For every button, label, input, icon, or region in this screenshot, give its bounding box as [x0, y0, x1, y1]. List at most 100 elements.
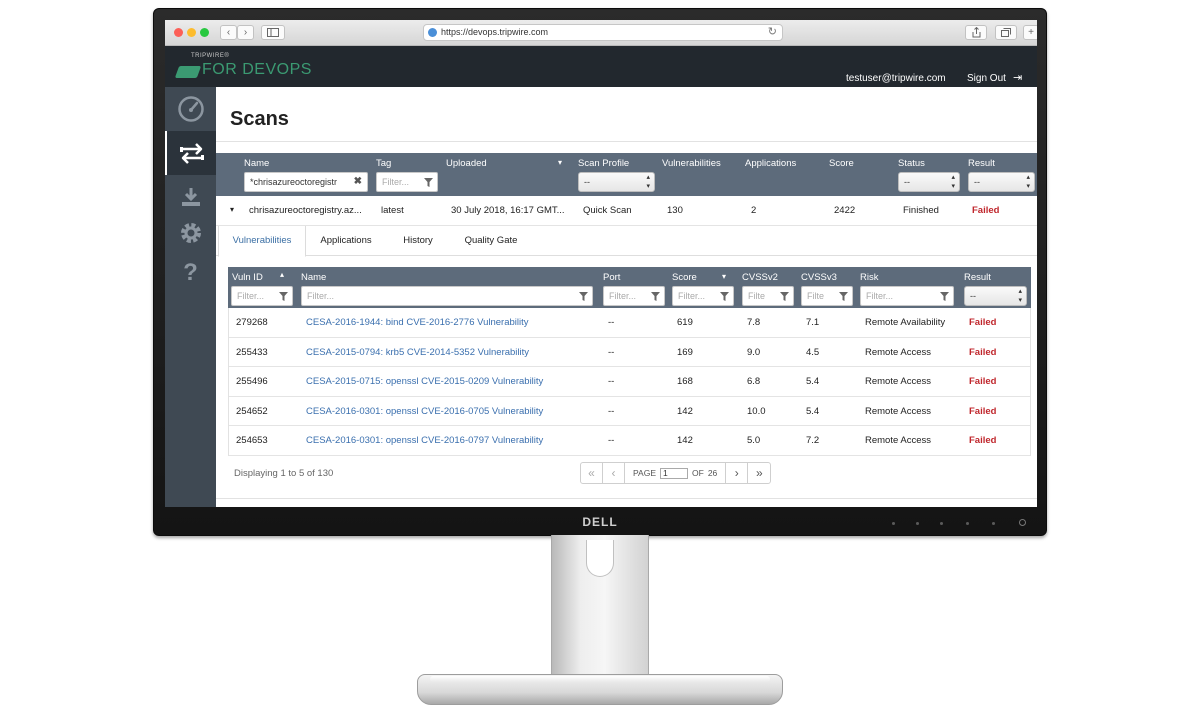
back-button[interactable]: ‹: [220, 25, 237, 40]
clear-filter-icon[interactable]: ✖: [354, 173, 362, 191]
risk-filter-input[interactable]: Filter...: [860, 286, 954, 306]
monitor-stand-cable-slot: [586, 540, 614, 577]
vuln-id-filter-placeholder: Filter...: [237, 291, 265, 301]
bezel-button-icon[interactable]: [992, 522, 995, 525]
col-tag[interactable]: Tag: [376, 158, 391, 169]
cvss3-filter-placeholder: Filte: [807, 291, 825, 301]
col-cvss2[interactable]: CVSSv2: [742, 272, 778, 283]
sidebar-item-settings[interactable]: [165, 211, 216, 255]
vuln-cvss3: 7.2: [806, 435, 820, 447]
vuln-cvss2: 9.0: [747, 346, 761, 358]
new-tab-button[interactable]: +: [1023, 25, 1037, 40]
tabs-overview-button[interactable]: [995, 25, 1017, 40]
vuln-id: 254653: [236, 435, 268, 447]
sign-out-icon[interactable]: ⇥: [1013, 71, 1022, 84]
col-name[interactable]: Name: [244, 158, 269, 169]
table-row[interactable]: 254652 CESA-2016-0301: openssl CVE-2016-…: [229, 397, 1030, 427]
cvss3-filter-input[interactable]: Filte: [801, 286, 853, 306]
sidebar-toggle-button[interactable]: [261, 25, 285, 40]
filter-funnel-icon: [424, 173, 433, 191]
vuln-table-body: 279268 CESA-2016-1944: bind CVE-2016-277…: [228, 308, 1031, 456]
pagination-summary: Displaying 1 to 5 of 130: [234, 468, 334, 479]
status-select[interactable]: -- ▴ ▾: [898, 172, 960, 192]
vuln-name-filter-input[interactable]: Filter...: [301, 286, 593, 306]
expand-chevron-icon[interactable]: ▾: [230, 205, 234, 214]
col-score[interactable]: Score: [829, 158, 854, 169]
col-port[interactable]: Port: [603, 272, 620, 283]
filter-funnel-icon: [839, 287, 848, 305]
sort-asc-icon[interactable]: ▴: [280, 270, 284, 279]
tab-history[interactable]: History: [393, 226, 443, 256]
share-button[interactable]: [965, 25, 987, 40]
scan-row[interactable]: ▾ chrisazureoctoregistry.az... latest 30…: [216, 196, 1037, 226]
sort-desc-icon[interactable]: ▾: [558, 158, 562, 167]
table-row[interactable]: 254653 CESA-2016-0301: openssl CVE-2016-…: [229, 426, 1030, 456]
col-vuln-score[interactable]: Score: [672, 272, 697, 283]
vuln-cvss2: 7.8: [747, 317, 761, 328]
last-page-button[interactable]: »: [748, 463, 770, 483]
vuln-port: --: [608, 405, 615, 417]
col-applications[interactable]: Applications: [745, 158, 796, 169]
vuln-name-link[interactable]: CESA-2015-0715: openssl CVE-2015-0209 Vu…: [306, 376, 543, 387]
col-risk[interactable]: Risk: [860, 272, 878, 283]
col-result[interactable]: Result: [968, 158, 995, 169]
col-vuln-result[interactable]: Result: [964, 272, 991, 283]
monitor-frame: ‹ › https://devops.tripwire.com ↻ + TRIP…: [153, 8, 1047, 536]
col-vuln-id[interactable]: Vuln ID: [232, 272, 263, 283]
app-header: TRIPWIRE® FOR DEVOPS testuser@tripwire.c…: [165, 46, 1037, 87]
bezel-button-icon[interactable]: [916, 522, 919, 525]
vuln-result-select[interactable]: -- ▴ ▾: [964, 286, 1027, 306]
first-page-button[interactable]: «: [581, 463, 603, 483]
vuln-id-filter-input[interactable]: Filter...: [231, 286, 293, 306]
vuln-name-link[interactable]: CESA-2016-0301: openssl CVE-2016-0705 Vu…: [306, 406, 543, 417]
tab-vulnerabilities[interactable]: Vulnerabilities: [218, 226, 306, 257]
col-vulnerabilities[interactable]: Vulnerabilities: [662, 158, 721, 169]
next-page-button[interactable]: ›: [726, 463, 749, 483]
user-email[interactable]: testuser@tripwire.com: [846, 73, 946, 84]
vuln-name-link[interactable]: CESA-2016-0301: openssl CVE-2016-0797 Vu…: [306, 435, 543, 446]
scans-transfer-icon: [179, 143, 204, 164]
col-status[interactable]: Status: [898, 158, 925, 169]
result-select[interactable]: -- ▴ ▾: [968, 172, 1035, 192]
forward-button[interactable]: ›: [237, 25, 254, 40]
vuln-result: Failed: [969, 376, 997, 388]
col-vuln-name[interactable]: Name: [301, 272, 326, 283]
sign-out-link[interactable]: Sign Out: [967, 73, 1006, 84]
table-row[interactable]: 279268 CESA-2016-1944: bind CVE-2016-277…: [229, 308, 1030, 338]
table-row[interactable]: 255433 CESA-2015-0794: krb5 CVE-2014-535…: [229, 338, 1030, 368]
tab-applications[interactable]: Applications: [311, 226, 381, 256]
close-window-icon[interactable]: [174, 28, 183, 37]
bezel-button-icon[interactable]: [892, 522, 895, 525]
col-uploaded[interactable]: Uploaded: [446, 158, 487, 169]
scan-profile-select[interactable]: -- ▴ ▾: [578, 172, 655, 192]
cvss2-filter-input[interactable]: Filte: [742, 286, 794, 306]
sidebar-toggle-icon: [267, 28, 279, 37]
table-row[interactable]: 255496 CESA-2015-0715: openssl CVE-2015-…: [229, 367, 1030, 397]
minimize-window-icon[interactable]: [187, 28, 196, 37]
tag-filter-placeholder: Filter...: [382, 177, 410, 187]
bezel-button-icon[interactable]: [940, 522, 943, 525]
tag-filter-input[interactable]: Filter...: [376, 172, 438, 192]
name-filter-input[interactable]: *chrisazureoctoregistr ✖: [244, 172, 368, 192]
prev-page-button[interactable]: ‹: [603, 463, 625, 483]
tab-quality-gate[interactable]: Quality Gate: [456, 226, 526, 256]
scan-profile: Quick Scan: [583, 205, 632, 216]
sidebar-item-dashboard[interactable]: [165, 87, 216, 131]
vuln-name-link[interactable]: CESA-2015-0794: krb5 CVE-2014-5352 Vulne…: [306, 347, 529, 358]
page-number-input[interactable]: 1: [660, 467, 688, 479]
url-bar[interactable]: https://devops.tripwire.com ↻: [423, 24, 783, 41]
score-filter-input[interactable]: Filter...: [672, 286, 734, 306]
vuln-name-link[interactable]: CESA-2016-1944: bind CVE-2016-2776 Vulne…: [306, 317, 529, 328]
bezel-button-icon[interactable]: [966, 522, 969, 525]
sidebar-item-help[interactable]: ?: [165, 251, 216, 295]
share-icon: [972, 26, 980, 38]
reload-icon[interactable]: ↻: [768, 25, 777, 40]
sort-desc-icon[interactable]: ▾: [722, 272, 726, 281]
power-button-icon[interactable]: [1019, 519, 1026, 526]
sidebar-item-scans[interactable]: [165, 131, 216, 175]
col-scan-profile[interactable]: Scan Profile: [578, 158, 629, 169]
maximize-window-icon[interactable]: [200, 28, 209, 37]
filter-funnel-icon: [279, 287, 288, 305]
col-cvss3[interactable]: CVSSv3: [801, 272, 837, 283]
port-filter-input[interactable]: Filter...: [603, 286, 665, 306]
